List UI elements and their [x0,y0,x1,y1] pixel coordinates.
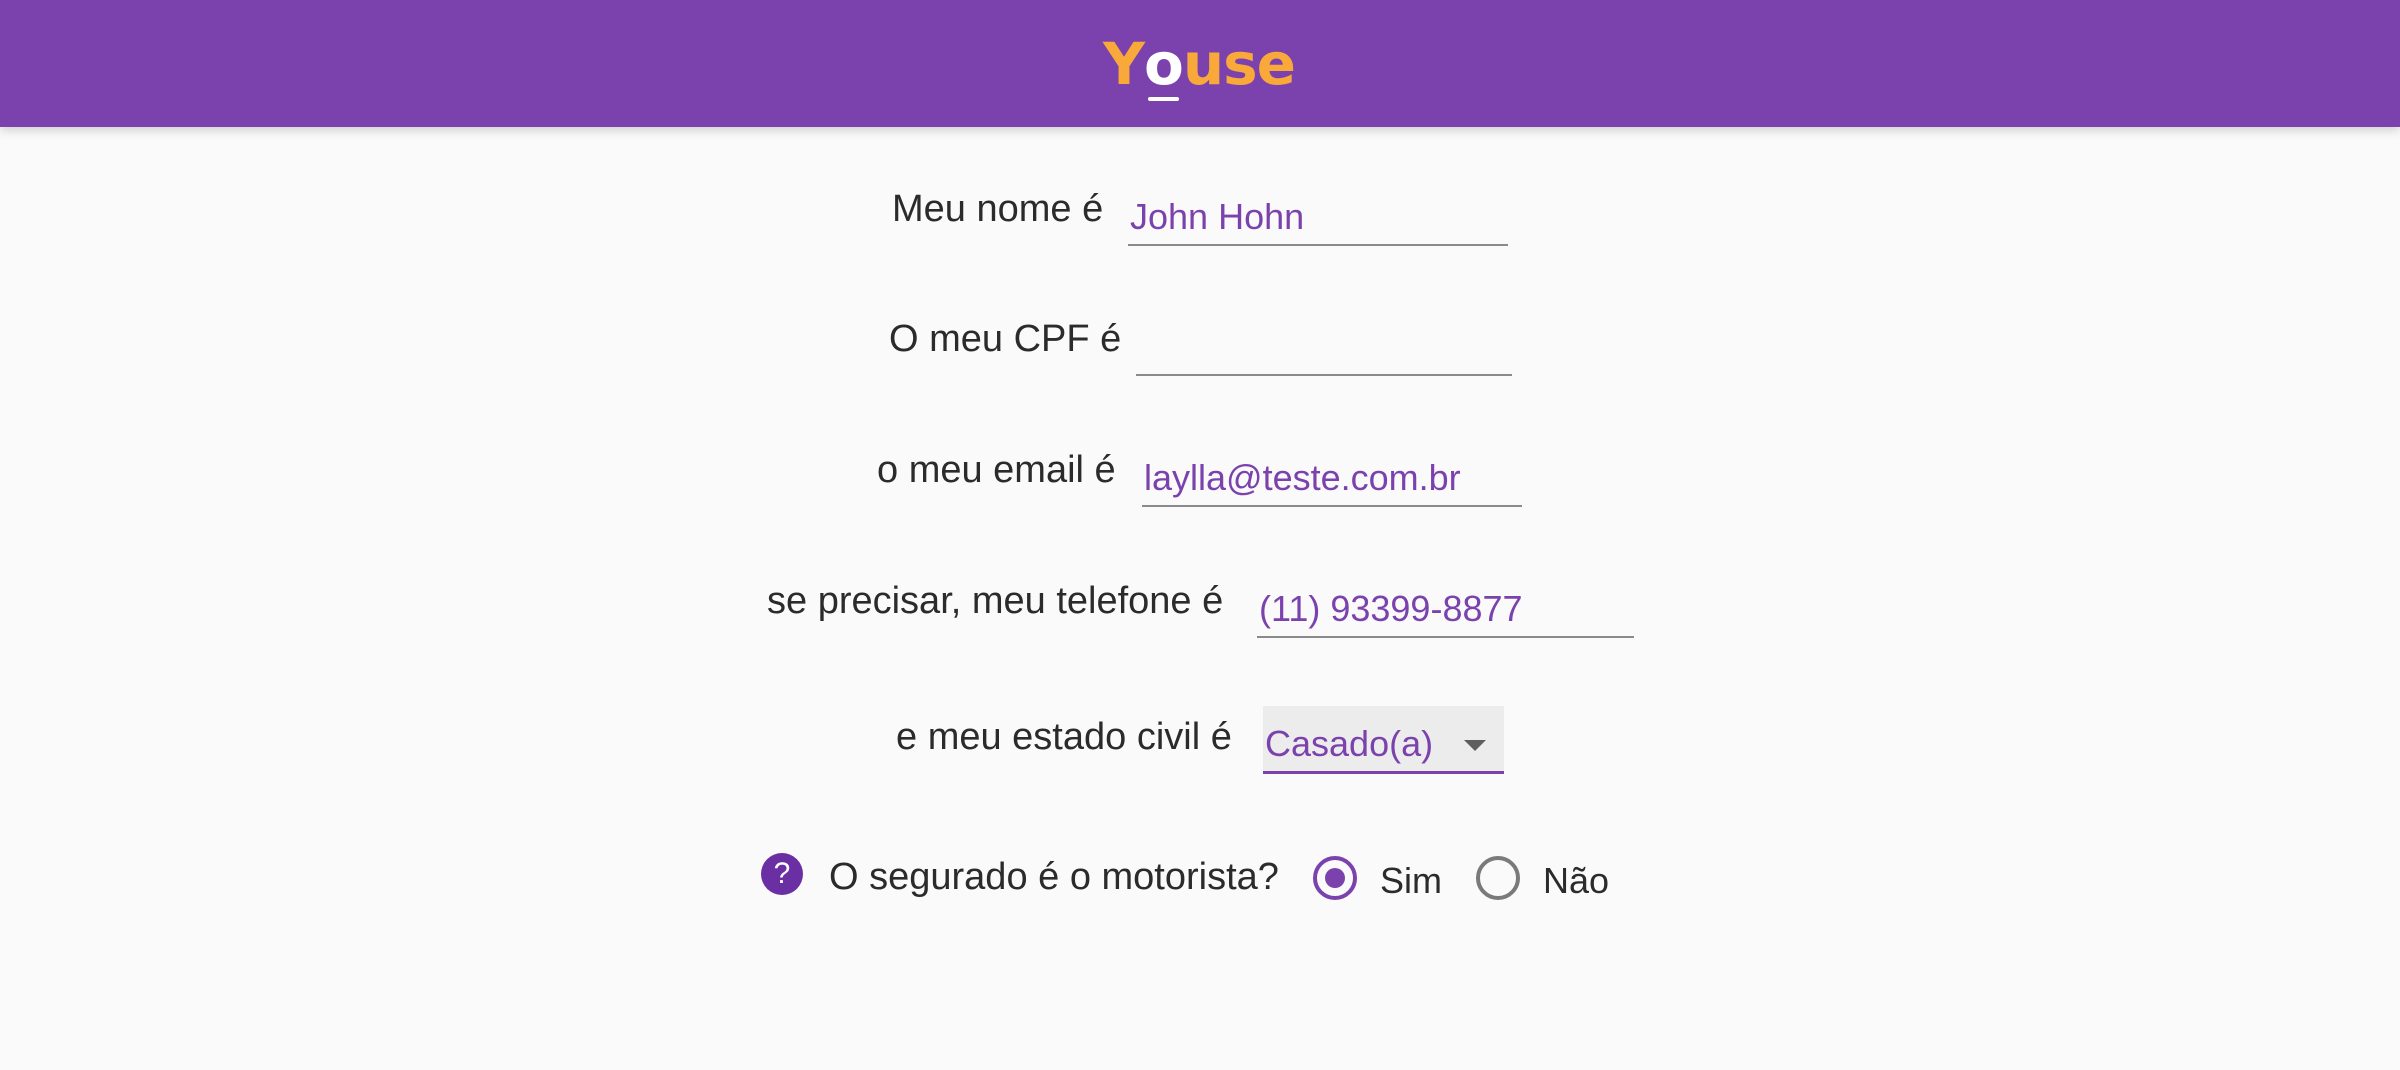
email-label: o meu email é [877,449,1116,491]
radio-sim-label[interactable]: Sim [1380,860,1442,902]
name-input[interactable] [1130,196,1508,238]
phone-input[interactable] [1259,588,1634,630]
logo-letter-y: Y [1102,29,1145,98]
name-field-wrapper [1128,188,1508,246]
email-input[interactable] [1144,457,1522,499]
driver-question-label: O segurado é o motorista? [829,856,1279,898]
cpf-field-wrapper [1136,318,1512,376]
radio-nao-label[interactable]: Não [1543,860,1609,902]
cpf-input[interactable] [1138,326,1512,368]
phone-label: se precisar, meu telefone é [767,580,1224,622]
radio-sim[interactable] [1313,856,1357,900]
radio-nao[interactable] [1476,856,1520,900]
civil-status-value: Casado(a) [1265,722,1434,764]
name-label: Meu nome é [892,188,1104,230]
help-icon[interactable]: ? [761,853,803,895]
civil-status-select[interactable]: Casado(a) [1263,706,1504,774]
youse-logo[interactable]: Y o use [1102,29,1296,101]
cpf-label: O meu CPF é [889,318,1122,360]
logo-letters-use: use [1182,29,1296,98]
logo-letter-o: o [1143,29,1184,101]
dropdown-arrow-icon [1464,740,1486,751]
civil-status-label: e meu estado civil é [896,716,1232,758]
email-field-wrapper [1142,449,1522,507]
header-bar: Y o use [0,0,2400,127]
phone-field-wrapper [1257,580,1634,638]
